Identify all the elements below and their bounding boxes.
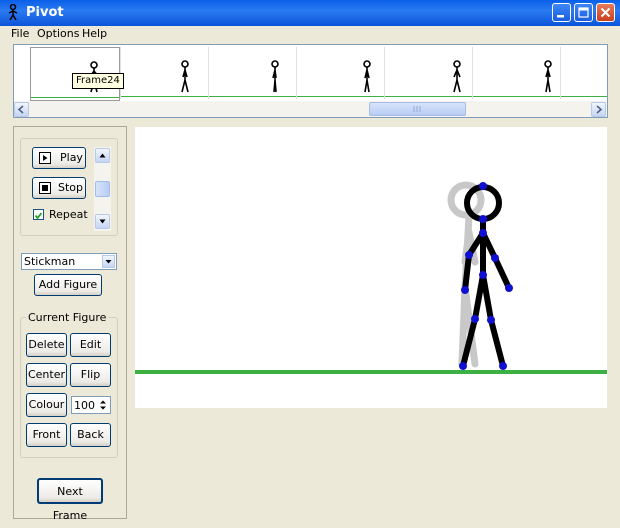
stickman-app-icon	[6, 3, 20, 25]
repeat-label: Repeat	[49, 208, 88, 221]
chevron-right-icon	[596, 105, 603, 114]
flip-button[interactable]: Flip	[70, 363, 111, 387]
size-spinner[interactable]: 100	[71, 396, 111, 414]
scroll-thumb[interactable]	[369, 102, 466, 116]
speed-thumb[interactable]	[95, 181, 110, 197]
current-figure-label: Current Figure	[26, 311, 109, 324]
frame-thumbnail[interactable]	[296, 47, 385, 99]
play-button[interactable]: Play	[32, 147, 86, 169]
repeat-checkbox[interactable]	[33, 209, 44, 220]
center-button[interactable]: Center	[26, 363, 67, 387]
scroll-up-button[interactable]	[95, 148, 110, 163]
stage-drawing[interactable]	[135, 127, 607, 408]
maximize-button[interactable]	[574, 3, 593, 22]
speed-scrollbar[interactable]	[94, 147, 111, 231]
edit-button[interactable]: Edit	[70, 333, 111, 357]
front-button[interactable]: Front	[26, 423, 67, 447]
stop-button[interactable]: Stop	[32, 177, 86, 199]
minimize-button[interactable]	[552, 3, 571, 22]
timeline-scrollbar[interactable]	[14, 101, 607, 117]
checkmark-icon	[34, 212, 43, 220]
arrow-up-icon	[99, 153, 106, 158]
frame-thumbnail[interactable]	[208, 47, 297, 99]
arrow-down-icon	[99, 219, 106, 224]
frame-thumbnail[interactable]	[560, 47, 607, 99]
grip-icon	[413, 106, 421, 112]
close-button[interactable]	[596, 3, 615, 22]
pivot-window: { "window": { "title": "Pivot" }, "menu"…	[0, 0, 620, 522]
scroll-down-button[interactable]	[95, 214, 110, 229]
chevron-left-icon	[17, 105, 24, 114]
frame-thumbnail[interactable]	[384, 47, 473, 99]
menu-file[interactable]: File	[11, 27, 29, 40]
arrow-down-icon	[105, 260, 112, 264]
back-button[interactable]: Back	[70, 423, 111, 447]
scroll-right-button[interactable]	[591, 102, 606, 117]
frame-thumbnail[interactable]	[472, 47, 561, 99]
add-figure-button[interactable]: Add Figure	[34, 274, 102, 296]
menu-bar: File Options Help	[0, 26, 620, 43]
title-bar: Pivot	[0, 0, 620, 26]
ground-line	[135, 370, 607, 374]
figure-type-select[interactable]: Stickman	[21, 253, 117, 270]
animation-canvas[interactable]	[135, 127, 607, 408]
next-frame-button[interactable]: Next Frame	[37, 478, 103, 522]
play-icon	[39, 152, 51, 164]
frame-tooltip: Frame24	[72, 73, 124, 89]
scroll-left-button[interactable]	[14, 102, 29, 117]
menu-help[interactable]: Help	[82, 27, 107, 40]
frame-thumbnail[interactable]	[120, 47, 209, 99]
delete-button[interactable]: Delete	[26, 333, 67, 357]
dropdown-button[interactable]	[102, 255, 115, 268]
window-title: Pivot	[26, 5, 64, 20]
spinner-arrows-icon[interactable]	[97, 398, 109, 412]
stop-icon	[39, 182, 51, 194]
menu-options[interactable]: Options	[37, 27, 79, 40]
colour-button[interactable]: Colour	[26, 393, 67, 417]
